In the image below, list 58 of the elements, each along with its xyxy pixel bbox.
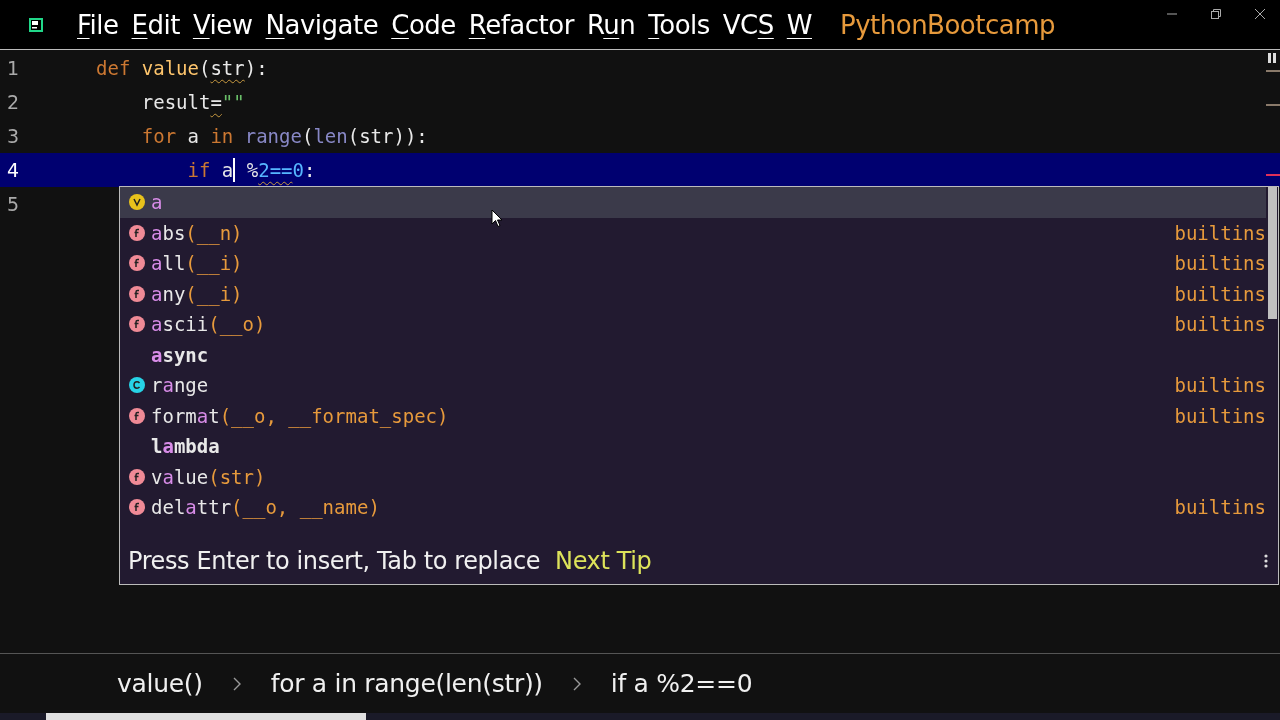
project-name: PythonBootcamp [840, 9, 1056, 40]
menu-item[interactable]: W [786, 9, 812, 40]
breadcrumb[interactable]: for a in range(len(str)) [270, 669, 543, 698]
warning-underline: = [210, 91, 222, 113]
menu-item[interactable]: Refactor [468, 9, 574, 40]
line-number: 5 [6, 193, 21, 215]
completion-item[interactable]: any(__i) builtins [120, 278, 1266, 309]
completion-item[interactable]: range builtins [120, 370, 1266, 401]
chevron-icon [232, 676, 241, 691]
function-icon [129, 255, 145, 272]
chevron-icon [572, 676, 581, 691]
completion-item[interactable]: lambda [120, 431, 1266, 462]
menu-item[interactable]: View [192, 9, 253, 40]
function-icon [129, 407, 145, 424]
warning-underline: 2== [258, 159, 293, 181]
function-icon [129, 224, 145, 241]
line-number: 1 [6, 57, 21, 79]
hint-text: Press Enter to insert, Tab to replace [128, 546, 541, 575]
function-icon [129, 499, 145, 516]
function-icon [129, 316, 145, 333]
menu-item[interactable]: Tools [648, 9, 710, 40]
breadcrumb[interactable]: value() [117, 669, 203, 698]
pause-icon[interactable] [1268, 53, 1276, 63]
mouse-pointer-icon [491, 209, 503, 228]
breadcrumb[interactable]: if a %2==0 [610, 669, 753, 698]
app-icon [29, 17, 43, 32]
line-number: 4 [6, 159, 21, 181]
code-line: if a %2==0: [186, 158, 316, 182]
code-line: def value(str): [96, 57, 268, 79]
restore-icon[interactable] [1210, 8, 1222, 20]
menu-item[interactable]: Run [586, 9, 636, 40]
completion-item[interactable]: format(__o, __format_spec) builtins [120, 400, 1266, 431]
completion-item[interactable]: delattr(__o, __name) builtins [120, 492, 1266, 523]
menu-item[interactable]: File [77, 9, 119, 40]
next-tip-link[interactable]: Next Tip [555, 546, 652, 575]
more-icon[interactable] [1264, 553, 1268, 568]
line-number: 2 [6, 91, 21, 113]
function-icon [129, 285, 145, 302]
menu-item[interactable]: Code [391, 9, 456, 40]
text-cursor [233, 158, 236, 182]
variable-icon [129, 194, 145, 211]
code-line: result="" [140, 91, 245, 113]
warning-underline: str [210, 57, 245, 79]
function-icon [129, 468, 145, 485]
completion-item[interactable]: async [120, 339, 1266, 370]
completion-item[interactable]: a [120, 187, 1266, 218]
class-icon [129, 377, 145, 394]
close-icon[interactable] [1254, 8, 1266, 20]
horizontal-scrollbar[interactable] [0, 713, 1280, 720]
code-line: for a in range(len(str)): [140, 125, 428, 147]
menu-item[interactable]: Edit [131, 9, 180, 40]
completion-item[interactable]: all(__i) builtins [120, 248, 1266, 279]
completion-item[interactable]: abs(__n) builtins [120, 217, 1266, 248]
completion-item[interactable]: value(str) [120, 461, 1266, 492]
completion-item[interactable]: ascii(__o) builtins [120, 309, 1266, 340]
line-number: 3 [6, 125, 21, 147]
menu-item[interactable]: Navigate [265, 9, 379, 40]
menu-item[interactable]: VCS [722, 9, 774, 40]
